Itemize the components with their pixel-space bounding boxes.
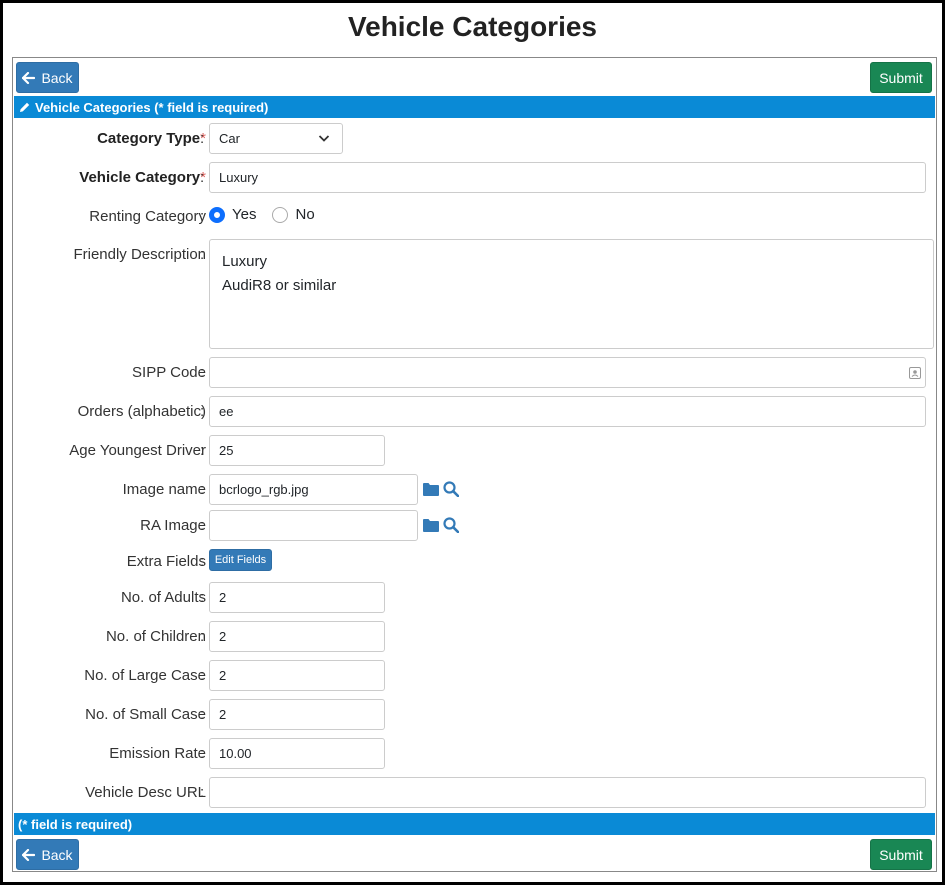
friendly-description-label: Friendly Description	[73, 246, 206, 263]
category-type-value: Car	[219, 131, 240, 146]
vehicle-desc-url-label: Vehicle Desc URL	[85, 784, 206, 801]
section-header: Vehicle Categories (* field is required)	[14, 96, 935, 118]
emission-rate-input[interactable]: 10.00	[209, 738, 385, 769]
large-case-input[interactable]: 2	[209, 660, 385, 691]
adults-label: No. of Adults	[120, 589, 206, 606]
emission-rate-label: Emission Rate	[109, 745, 206, 762]
children-label: No. of Children	[105, 628, 206, 645]
back-button[interactable]: Back	[16, 62, 79, 93]
children-input[interactable]: 2	[209, 621, 385, 652]
small-case-input[interactable]: 2	[209, 699, 385, 730]
extra-fields-label: Extra Fields	[126, 553, 206, 570]
section-footer: (* field is required)	[14, 813, 935, 835]
back-button-label: Back	[41, 846, 73, 863]
renting-yes-label: Yes	[232, 206, 257, 223]
orders-input[interactable]: ee	[209, 396, 926, 427]
submit-button-label: Submit	[879, 69, 923, 86]
small-case-label: No. of Small Case	[85, 706, 206, 723]
section-header-text: Vehicle Categories (* field is required)	[35, 99, 269, 115]
large-case-label: No. of Large Case	[84, 667, 206, 684]
folder-icon[interactable]	[423, 518, 439, 532]
chevron-down-icon	[318, 135, 330, 142]
ra-image-input[interactable]	[209, 510, 418, 541]
image-name-label: Image name	[122, 481, 206, 498]
submit-button[interactable]: Submit	[870, 62, 932, 93]
image-name-input[interactable]: bcrlogo_rgb.jpg	[209, 474, 418, 505]
vehicle-desc-url-input[interactable]	[209, 777, 926, 808]
category-type-select[interactable]: Car	[209, 123, 343, 154]
magnifier-icon[interactable]	[443, 517, 459, 533]
page-title: Vehicle Categories	[347, 11, 597, 42]
sipp-code-input[interactable]	[209, 357, 926, 388]
folder-icon[interactable]	[423, 482, 439, 496]
arrow-left-icon	[22, 71, 36, 84]
sipp-code-label: SIPP Code	[132, 364, 206, 381]
renting-no-radio[interactable]	[272, 206, 289, 223]
renting-category-label: Renting Category	[89, 208, 206, 225]
ra-image-label: RA Image	[140, 517, 206, 534]
orders-label: Orders (alphabetic)	[77, 403, 206, 420]
vehicle-category-label: Vehicle Category*	[79, 169, 206, 186]
submit-button-bottom[interactable]: Submit	[870, 839, 932, 870]
window-frame: Vehicle Categories Back Submit Vehicle C…	[0, 0, 945, 885]
back-button-bottom[interactable]: Back	[16, 839, 79, 870]
edit-fields-button[interactable]: Edit Fields	[209, 549, 272, 571]
renting-no-label: No	[295, 206, 315, 223]
back-button-label: Back	[41, 69, 73, 86]
form-card: Back Submit Vehicle Categories (* field …	[12, 57, 937, 872]
contact-card-icon	[909, 367, 921, 379]
vehicle-category-input[interactable]: Luxury	[209, 162, 926, 193]
pencil-icon	[20, 102, 30, 112]
age-youngest-driver-label: Age Youngest Driver	[69, 442, 206, 459]
friendly-description-textarea[interactable]	[209, 239, 934, 349]
adults-input[interactable]: 2	[209, 582, 385, 613]
age-youngest-driver-input[interactable]: 25	[209, 435, 385, 466]
category-type-label: Category Type*	[97, 130, 206, 147]
section-footer-text: (* field is required)	[18, 816, 133, 832]
arrow-left-icon	[22, 848, 36, 861]
magnifier-icon[interactable]	[443, 481, 459, 497]
submit-button-label: Submit	[879, 846, 923, 863]
renting-yes-radio[interactable]	[209, 206, 225, 223]
